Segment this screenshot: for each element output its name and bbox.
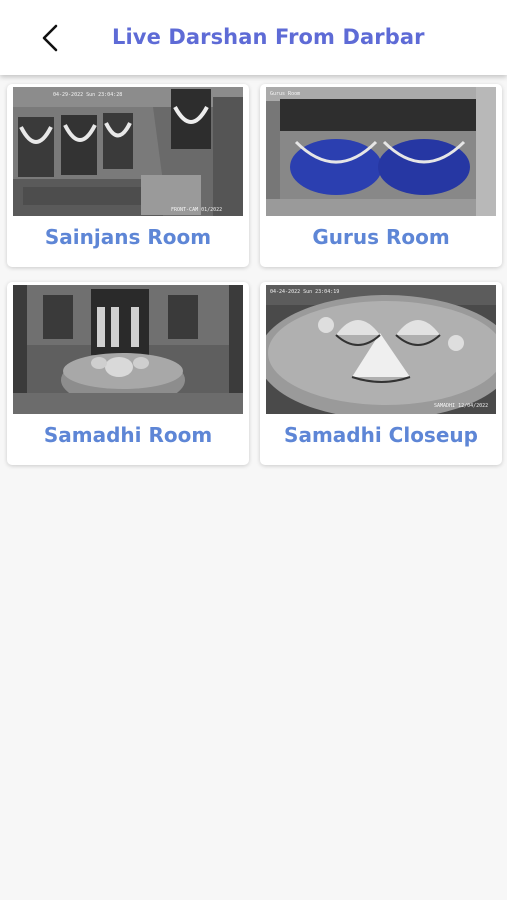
camera-feed-image: 04-29-2022 Sun 23:04:28 FRONT-CAM 01/202… bbox=[13, 87, 243, 216]
camera-feed-image bbox=[13, 285, 243, 414]
camera-timestamp: Gurus Room bbox=[270, 91, 301, 97]
camera-timestamp: 04-29-2022 Sun 23:04:28 bbox=[53, 92, 123, 98]
camera-card-label: Gurus Room bbox=[312, 225, 450, 249]
app-bar: Live Darshan From Darbar bbox=[0, 0, 507, 75]
camera-card-label: Sainjans Room bbox=[44, 225, 212, 249]
camera-card-label: Samadhi Closeup bbox=[284, 423, 478, 447]
camera-overlay-text: FRONT-CAM 01/2022 bbox=[171, 207, 223, 213]
page-title: Live Darshan From Darbar bbox=[112, 25, 425, 49]
camera-overlay-text: SAMADHI 12/04/2022 bbox=[434, 403, 489, 409]
chevron-left-icon bbox=[42, 24, 58, 52]
camera-card-label: Samadhi Room bbox=[43, 423, 213, 447]
back-button[interactable] bbox=[28, 18, 72, 58]
camera-card-samadhi-closeup[interactable]: 04-24-2022 Sun 23:04:19 SAMADHI 12/04/20… bbox=[260, 282, 502, 465]
camera-timestamp: 04-24-2022 Sun 23:04:19 bbox=[270, 289, 340, 295]
camera-feed-image: 04-24-2022 Sun 23:04:19 SAMADHI 12/04/20… bbox=[266, 285, 496, 414]
camera-card-sainjans-room[interactable]: 04-29-2022 Sun 23:04:28 FRONT-CAM 01/202… bbox=[7, 84, 249, 267]
camera-card-gurus-room[interactable]: Gurus Room Gurus Room bbox=[260, 84, 502, 267]
camera-card-samadhi-room[interactable]: Samadhi Room bbox=[7, 282, 249, 465]
camera-feed-image: Gurus Room bbox=[266, 87, 496, 216]
